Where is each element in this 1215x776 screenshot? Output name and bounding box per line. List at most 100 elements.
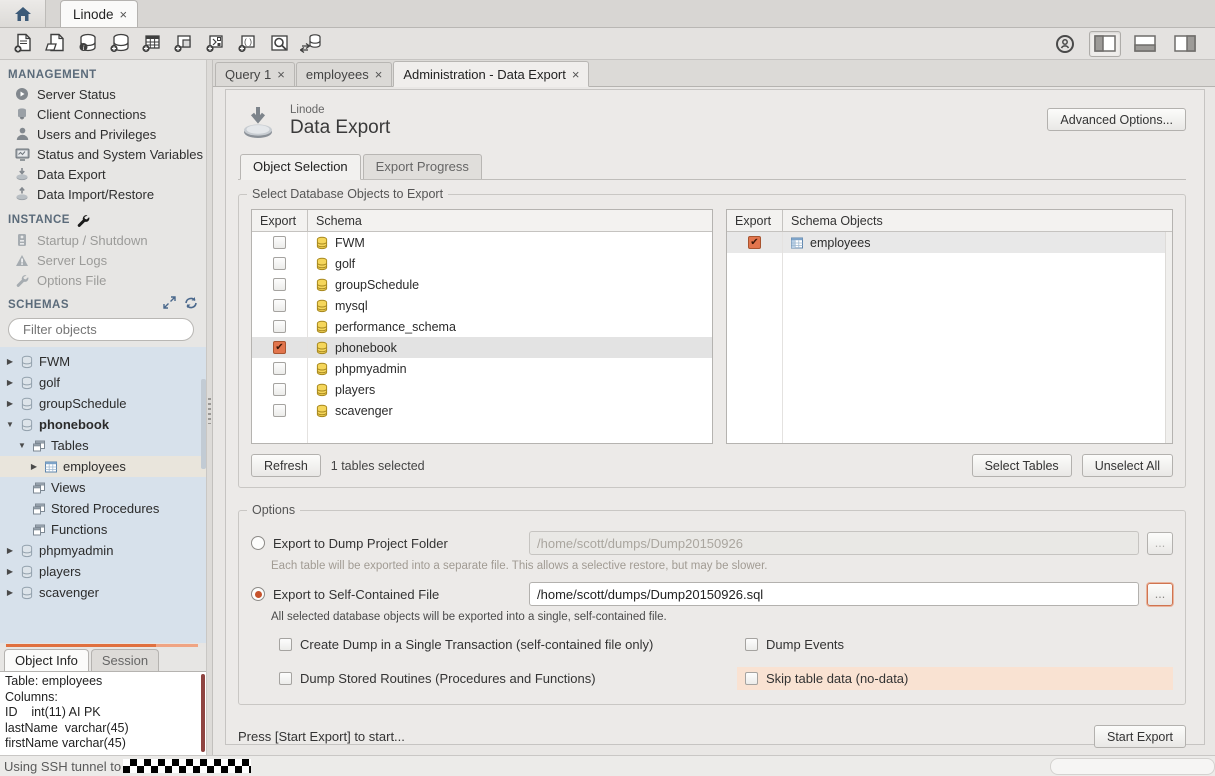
export-checkbox[interactable]	[273, 278, 286, 291]
tab-export-progress[interactable]: Export Progress	[363, 154, 482, 179]
schema-row-phonebook[interactable]: ✔ phonebook	[252, 337, 712, 358]
dump-stored-routines-option[interactable]: Dump Stored Routines (Procedures and Fun…	[271, 667, 737, 690]
sidebar-item-client-connections[interactable]: Client Connections	[0, 104, 206, 124]
tree-item-phonebook[interactable]: ▼ phonebook	[0, 414, 206, 435]
database-migration-button[interactable]	[296, 30, 328, 58]
tab-administration-data-export[interactable]: Administration - Data Export ×	[393, 61, 589, 87]
close-icon[interactable]: ×	[120, 8, 128, 21]
single-transaction-checkbox[interactable]	[279, 638, 292, 651]
create-function-button[interactable]: ()	[232, 30, 264, 58]
tab-object-selection[interactable]: Object Selection	[240, 154, 361, 180]
create-view-button[interactable]	[168, 30, 200, 58]
connection-tab[interactable]: Linode ×	[60, 0, 138, 27]
self-contained-radio[interactable]	[251, 587, 265, 601]
toggle-left-panel-button[interactable]	[1089, 31, 1121, 57]
new-sql-editor-button[interactable]	[8, 30, 40, 58]
dump-folder-radio[interactable]	[251, 536, 265, 550]
close-icon[interactable]: ×	[375, 68, 383, 81]
tab-session[interactable]: Session	[91, 649, 159, 671]
tree-item-fwm[interactable]: ▶ FWM	[0, 351, 206, 372]
sidebar-item-data-export[interactable]: Data Export	[0, 164, 206, 184]
tree-item-phpmyadmin[interactable]: ▶ phpmyadmin	[0, 540, 206, 561]
home-tab[interactable]	[0, 0, 46, 27]
info-scrollbar[interactable]	[201, 674, 205, 752]
self-contained-label[interactable]: Export to Self-Contained File	[273, 587, 521, 602]
chevron-right-icon[interactable]: ▶	[5, 567, 15, 576]
search-table-data-button[interactable]	[264, 30, 296, 58]
tree-item-employees[interactable]: ▶ employees	[0, 456, 206, 477]
sidebar-item-options-file[interactable]: Options File	[0, 270, 206, 290]
chevron-right-icon[interactable]: ▶	[5, 546, 15, 555]
skip-table-data-checkbox[interactable]	[745, 672, 758, 685]
tree-item-golf[interactable]: ▶ golf	[0, 372, 206, 393]
chevron-down-icon[interactable]: ▼	[5, 420, 15, 429]
create-table-button[interactable]	[136, 30, 168, 58]
export-checkbox[interactable]	[273, 299, 286, 312]
self-contained-browse-button[interactable]: ...	[1147, 583, 1173, 606]
chevron-down-icon[interactable]: ▼	[17, 441, 27, 450]
start-export-button[interactable]: Start Export	[1094, 725, 1186, 748]
chevron-right-icon[interactable]: ▶	[5, 588, 15, 597]
schema-row-scavenger[interactable]: scavenger	[252, 400, 712, 421]
schema-row-groupschedule[interactable]: groupSchedule	[252, 274, 712, 295]
tree-item-functions[interactable]: Functions	[0, 519, 206, 540]
tab-object-info[interactable]: Object Info	[4, 649, 89, 671]
status-indicator-button[interactable]	[1049, 30, 1081, 58]
refresh-schemas-icon[interactable]	[184, 296, 198, 309]
tree-item-views[interactable]: Views	[0, 477, 206, 498]
tree-item-scavenger[interactable]: ▶ scavenger	[0, 582, 206, 603]
schema-filter[interactable]	[8, 318, 194, 341]
schema-row-mysql[interactable]: mysql	[252, 295, 712, 316]
create-procedure-button[interactable]	[200, 30, 232, 58]
schema-row-phpmyadmin[interactable]: phpmyadmin	[252, 358, 712, 379]
filter-objects-input[interactable]	[23, 322, 199, 337]
sidebar-item-server-status[interactable]: Server Status	[0, 84, 206, 104]
sidebar-item-server-logs[interactable]: Server Logs	[0, 250, 206, 270]
self-contained-path-input[interactable]	[529, 582, 1139, 606]
select-tables-button[interactable]: Select Tables	[972, 454, 1072, 477]
sidebar-item-users-privileges[interactable]: Users and Privileges	[0, 124, 206, 144]
close-icon[interactable]: ×	[572, 68, 580, 81]
advanced-options-button[interactable]: Advanced Options...	[1047, 108, 1186, 131]
export-checkbox[interactable]	[273, 362, 286, 375]
dump-folder-path-input[interactable]	[529, 531, 1139, 555]
dump-events-checkbox[interactable]	[745, 638, 758, 651]
dump-folder-browse-button[interactable]: ...	[1147, 532, 1173, 555]
schema-row-players[interactable]: players	[252, 379, 712, 400]
toggle-right-panel-button[interactable]	[1169, 31, 1201, 57]
schema-row-performance-schema[interactable]: performance_schema	[252, 316, 712, 337]
export-checkbox[interactable]	[273, 404, 286, 417]
chevron-right-icon[interactable]: ▶	[5, 357, 15, 366]
export-checkbox-checked[interactable]: ✔	[748, 236, 761, 249]
dump-events-option[interactable]: Dump Events	[737, 633, 1173, 656]
chevron-right-icon[interactable]: ▶	[29, 462, 39, 471]
dump-stored-routines-checkbox[interactable]	[279, 672, 292, 685]
tab-query1[interactable]: Query 1 ×	[215, 62, 295, 86]
schema-row-fwm[interactable]: FWM	[252, 232, 712, 253]
close-icon[interactable]: ×	[277, 68, 285, 81]
tree-item-groupschedule[interactable]: ▶ groupSchedule	[0, 393, 206, 414]
export-checkbox[interactable]	[273, 320, 286, 333]
skip-table-data-option[interactable]: Skip table data (no-data)	[737, 667, 1173, 690]
toggle-bottom-panel-button[interactable]	[1129, 31, 1161, 57]
export-checkbox[interactable]	[273, 383, 286, 396]
chevron-right-icon[interactable]: ▶	[5, 378, 15, 387]
horizontal-scrollbar[interactable]	[1050, 758, 1215, 775]
tree-item-tables[interactable]: ▼ Tables	[0, 435, 206, 456]
tab-employees[interactable]: employees ×	[296, 62, 392, 86]
open-sql-script-button[interactable]	[40, 30, 72, 58]
chevron-right-icon[interactable]: ▶	[5, 399, 15, 408]
create-schema-button[interactable]	[104, 30, 136, 58]
export-checkbox[interactable]	[273, 236, 286, 249]
schema-row-golf[interactable]: golf	[252, 253, 712, 274]
sidebar-item-status-system-variables[interactable]: Status and System Variables	[0, 144, 206, 164]
refresh-button[interactable]: Refresh	[251, 454, 321, 477]
object-row-employees[interactable]: ✔ employees	[727, 232, 1172, 253]
tree-item-stored-procedures[interactable]: Stored Procedures	[0, 498, 206, 519]
unselect-all-button[interactable]: Unselect All	[1082, 454, 1173, 477]
dump-folder-label[interactable]: Export to Dump Project Folder	[273, 536, 521, 551]
export-checkbox-checked[interactable]: ✔	[273, 341, 286, 354]
single-transaction-option[interactable]: Create Dump in a Single Transaction (sel…	[271, 633, 737, 656]
sidebar-item-data-import[interactable]: Data Import/Restore	[0, 184, 206, 204]
sidebar-item-startup-shutdown[interactable]: Startup / Shutdown	[0, 230, 206, 250]
